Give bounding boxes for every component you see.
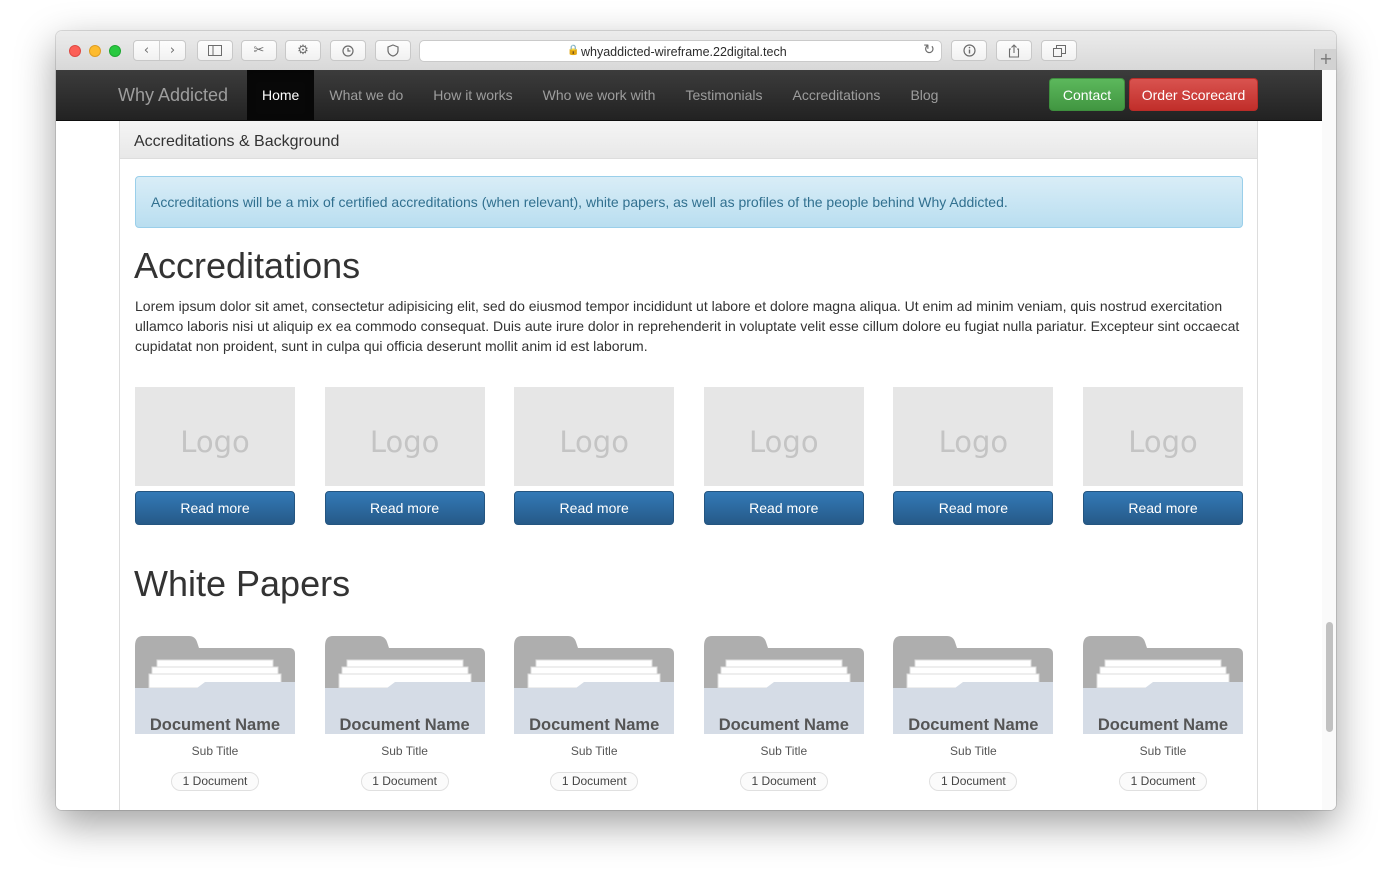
white-papers-heading: White Papers	[134, 563, 351, 604]
shield-icon	[387, 44, 399, 57]
info-button[interactable]	[951, 40, 987, 61]
document-folder[interactable]: Document Name Sub Title 1 Document	[514, 634, 675, 800]
accreditations-description: Lorem ipsum dolor sit amet, consectetur …	[135, 298, 1240, 354]
document-count-badge: 1 Document	[360, 772, 449, 791]
brand-logo[interactable]: Why Addicted	[118, 85, 228, 106]
sidebar-icon	[208, 45, 222, 56]
document-count-badge: 1 Document	[929, 772, 1018, 791]
close-window-button[interactable]	[69, 45, 81, 57]
browser-window: ‹ › ✂ ⚙ 🔒 whyaddicted-wireframe.22digita…	[56, 31, 1336, 810]
read-more-button[interactable]: Read more	[324, 491, 485, 525]
forward-icon[interactable]: ›	[159, 41, 185, 60]
logo-placeholder: Logo	[135, 387, 295, 486]
document-name: Document Name	[908, 716, 1039, 734]
privacy-button[interactable]	[375, 40, 411, 61]
document-count-badge: 1 Document	[739, 772, 828, 791]
logo-placeholder: Logo	[514, 387, 675, 486]
accreditation-cards: Logo Read more Logo Read more Logo Read …	[135, 387, 1243, 527]
history-button[interactable]	[330, 40, 366, 61]
info-alert: Accreditations will be a mix of certifie…	[135, 176, 1243, 228]
reload-icon[interactable]: ↻	[923, 42, 935, 58]
back-icon[interactable]: ‹	[134, 41, 159, 60]
nav-link-how-it-works[interactable]: How it works	[418, 70, 527, 120]
history-icon	[342, 44, 354, 57]
nav-link-what-we-do[interactable]: What we do	[314, 70, 418, 120]
document-subtitle: Sub Title	[760, 744, 808, 758]
clip-button[interactable]: ✂	[241, 40, 277, 61]
document-folder[interactable]: Document Name Sub Title 1 Document	[135, 634, 295, 800]
accreditations-heading: Accreditations	[134, 245, 361, 286]
logo-placeholder: Logo	[324, 387, 485, 486]
document-name: Document Name	[718, 716, 849, 734]
panel-heading: Accreditations & Background	[120, 121, 1257, 159]
document-subtitle: Sub Title	[950, 744, 997, 758]
history-nav-group: ‹ ›	[133, 40, 186, 61]
document-name: Document Name	[529, 716, 660, 734]
clip-icon: ✂	[253, 43, 265, 58]
page-scrollbar[interactable]	[1322, 70, 1336, 810]
document-count-badge: 1 Document	[1119, 772, 1207, 791]
lock-icon: 🔒	[567, 45, 580, 56]
read-more-button[interactable]: Read more	[135, 491, 295, 525]
nav-link-testimonials[interactable]: Testimonials	[670, 70, 777, 120]
nav-link-blog[interactable]: Blog	[895, 70, 953, 120]
document-name: Document Name	[1097, 716, 1229, 734]
nav-link-accreditations[interactable]: Accreditations	[778, 70, 896, 120]
share-icon	[1008, 43, 1020, 58]
document-subtitle: Sub Title	[1139, 744, 1187, 758]
read-more-button[interactable]: Read more	[893, 491, 1054, 525]
new-tab-button[interactable]: +	[1314, 49, 1336, 70]
document-folder[interactable]: Document Name Sub Title 1 Document	[703, 634, 864, 800]
document-count-badge: 1 Document	[550, 772, 639, 791]
logo-placeholder: Logo	[893, 387, 1054, 486]
share-button[interactable]	[996, 40, 1032, 61]
document-folder[interactable]: Document Name Sub Title 1 Document	[324, 634, 485, 800]
tabs-icon	[1052, 44, 1066, 57]
document-subtitle: Sub Title	[191, 744, 239, 758]
accreditations-panel: Accreditations & Background Accreditatio…	[119, 121, 1258, 810]
read-more-button[interactable]: Read more	[703, 491, 864, 525]
logo-placeholder: Logo	[1083, 387, 1243, 486]
scrollbar-thumb[interactable]	[1326, 622, 1333, 732]
gear-icon: ⚙	[297, 43, 309, 58]
white-paper-folders: Document Name Sub Title 1 Document Docum…	[135, 634, 1243, 804]
info-icon	[962, 44, 976, 57]
read-more-button[interactable]: Read more	[514, 491, 675, 525]
settings-button[interactable]: ⚙	[285, 40, 321, 61]
document-count-badge: 1 Document	[171, 772, 259, 791]
nav-link-home[interactable]: Home	[247, 70, 315, 120]
document-folder[interactable]: Document Name Sub Title 1 Document	[1083, 634, 1243, 800]
read-more-button[interactable]: Read more	[1083, 491, 1243, 525]
address-bar[interactable]: 🔒 whyaddicted-wireframe.22digital.tech ↻	[419, 40, 942, 62]
minimize-window-button[interactable]	[89, 45, 101, 57]
contact-button[interactable]: Contact	[1049, 78, 1125, 111]
sidebar-toggle-button[interactable]	[197, 40, 233, 61]
browser-toolbar: ‹ › ✂ ⚙ 🔒 whyaddicted-wireframe.22digita…	[56, 31, 1336, 71]
order-scorecard-button[interactable]: Order Scorecard	[1129, 78, 1258, 111]
document-subtitle: Sub Title	[570, 744, 618, 758]
tabs-overview-button[interactable]	[1041, 40, 1077, 61]
site-navbar: Why Addicted Home What we do How it work…	[56, 70, 1322, 121]
document-name: Document Name	[339, 716, 470, 734]
document-subtitle: Sub Title	[381, 744, 428, 758]
document-name: Document Name	[149, 716, 281, 734]
address-url: whyaddicted-wireframe.22digital.tech	[581, 45, 787, 59]
nav-link-who-we-work-with[interactable]: Who we work with	[528, 70, 671, 120]
page-content: Accreditations & Background Accreditatio…	[56, 121, 1322, 810]
document-folder[interactable]: Document Name Sub Title 1 Document	[893, 634, 1054, 800]
logo-placeholder: Logo	[703, 387, 864, 486]
zoom-window-button[interactable]	[109, 45, 121, 57]
nav-links: Home What we do How it works Who we work…	[247, 70, 953, 120]
